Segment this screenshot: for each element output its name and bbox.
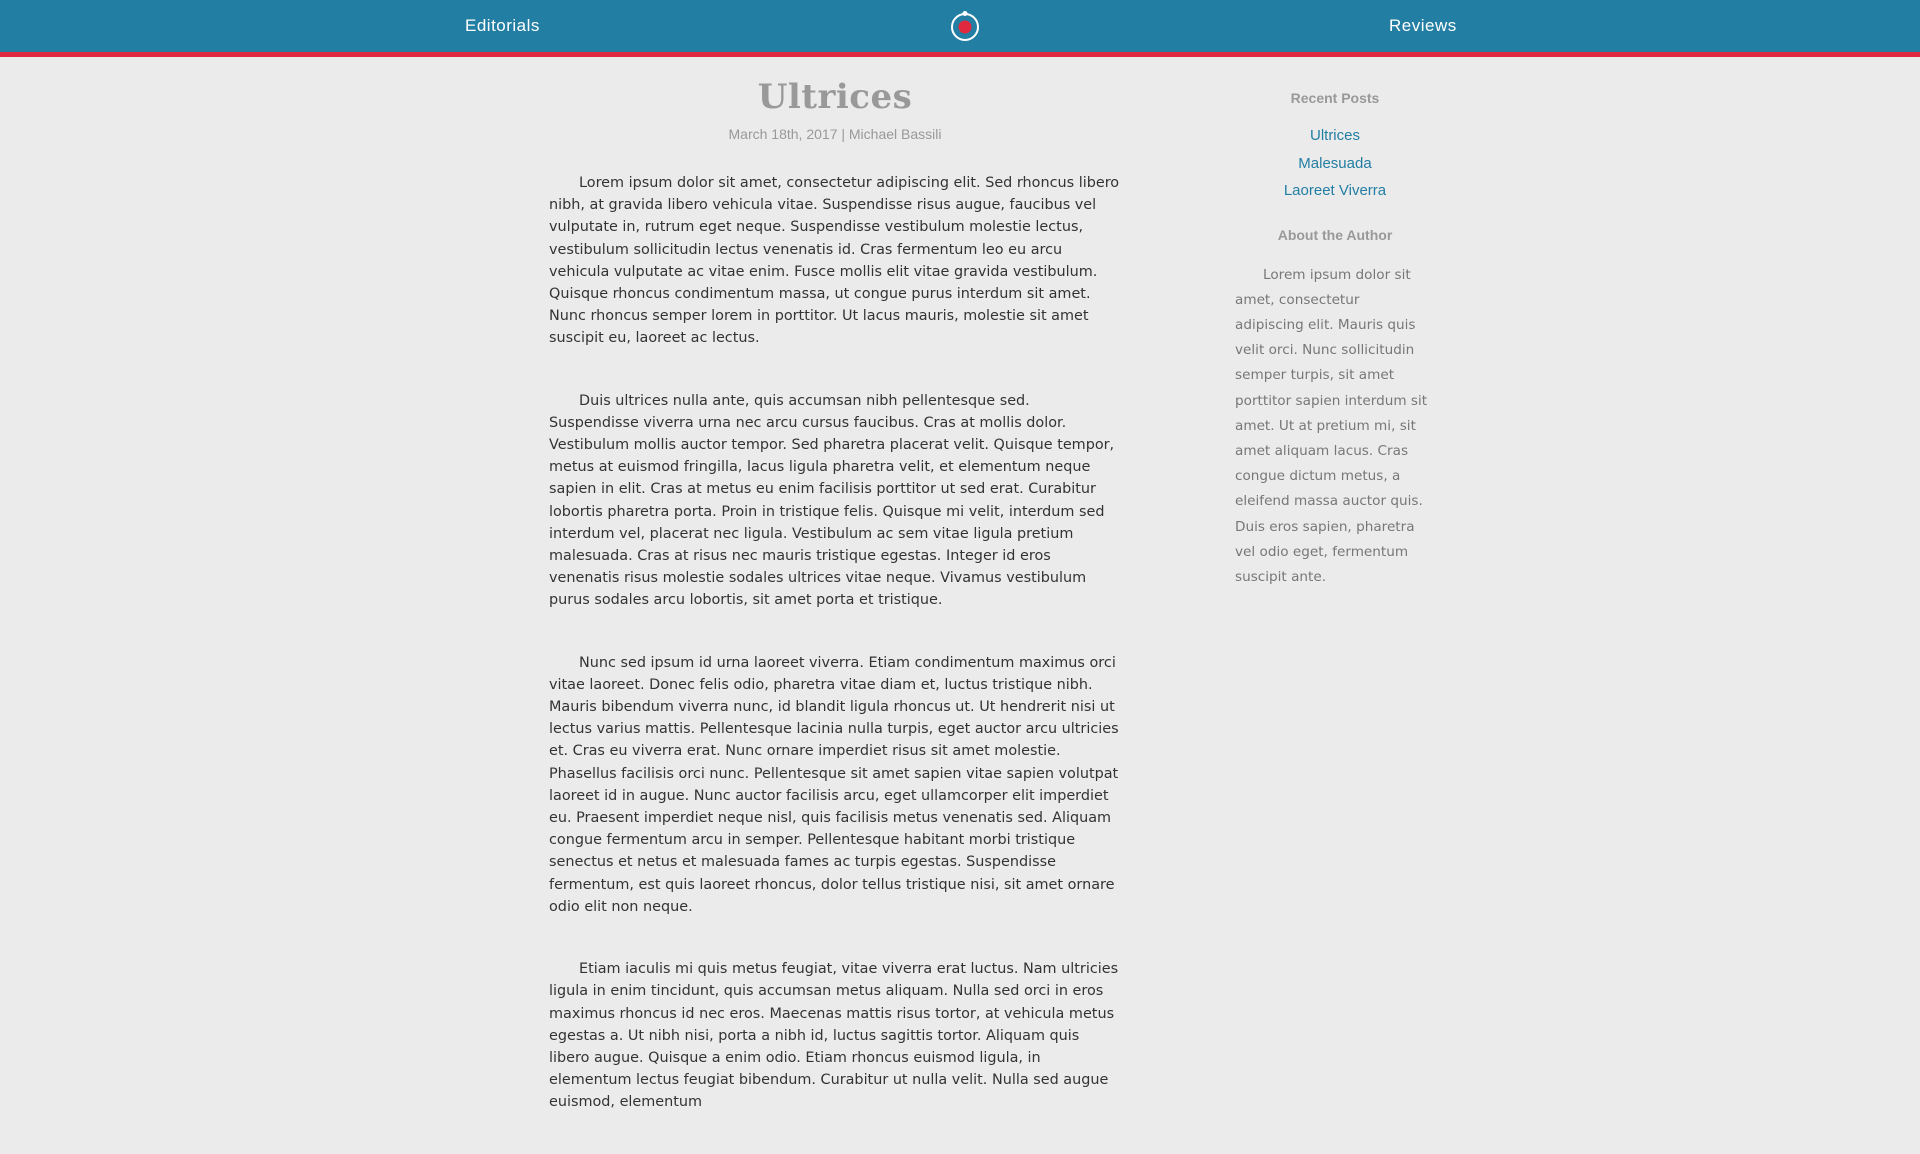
nav-link-editorials[interactable]: Editorials — [465, 16, 540, 36]
site-header: Editorials Reviews — [0, 0, 1920, 57]
recent-posts-list: Ultrices Malesuada Laoreet Viverra — [1225, 122, 1445, 205]
recent-post-link-laoreet-viverra[interactable]: Laoreet Viverra — [1284, 182, 1386, 199]
nav-link-reviews[interactable]: Reviews — [1389, 16, 1457, 36]
list-item: Ultrices — [1225, 122, 1445, 150]
about-author-text: Lorem ipsum dolor sit amet, consectetur … — [1235, 266, 1428, 585]
article: Ultrices March 18th, 2017 | Michael Bass… — [549, 72, 1121, 1154]
article-body: Lorem ipsum dolor sit amet, consectetur … — [549, 172, 1121, 1114]
article-title: Ultrices — [757, 77, 913, 117]
list-item: Laoreet Viverra — [1225, 177, 1445, 205]
article-paragraph: Nunc sed ipsum id urna laoreet viverra. … — [549, 654, 1119, 915]
article-paragraph: Etiam iaculis mi quis metus feugiat, vit… — [549, 961, 1119, 1111]
recent-post-link-malesuada[interactable]: Malesuada — [1298, 155, 1371, 172]
about-author-heading: About the Author — [1277, 226, 1393, 243]
article-paragraph: Lorem ipsum dolor sit amet, consectetur … — [549, 175, 1120, 347]
record-logo-icon[interactable] — [948, 9, 982, 43]
recent-posts-heading: Recent Posts — [1290, 90, 1380, 106]
recent-post-link-ultrices[interactable]: Ultrices — [1310, 127, 1360, 144]
article-meta: March 18th, 2017 | Michael Bassili — [728, 126, 942, 142]
list-item: Malesuada — [1225, 150, 1445, 178]
sidebar: Recent Posts Ultrices Malesuada Laoreet … — [1225, 90, 1445, 590]
article-paragraph: Duis ultrices nulla ante, quis accumsan … — [549, 392, 1115, 609]
